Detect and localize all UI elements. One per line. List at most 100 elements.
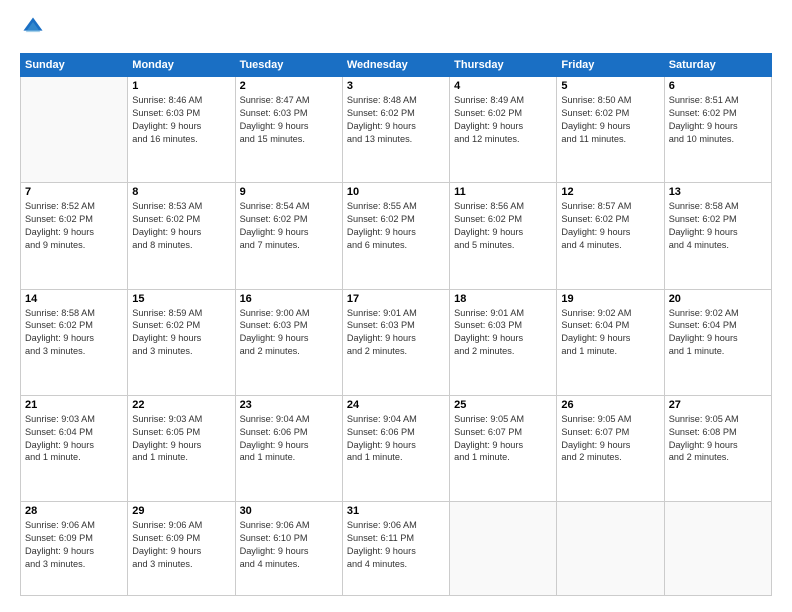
calendar-header-row: SundayMondayTuesdayWednesdayThursdayFrid… xyxy=(21,54,772,77)
day-header-monday: Monday xyxy=(128,54,235,77)
day-info: Sunrise: 9:05 AM Sunset: 6:07 PM Dayligh… xyxy=(454,413,552,465)
calendar-cell: 17 Sunrise: 9:01 AM Sunset: 6:03 PM Dayli… xyxy=(342,289,449,395)
calendar-cell: 7 Sunrise: 8:52 AM Sunset: 6:02 PM Daylig… xyxy=(21,183,128,289)
calendar-cell: 28Sunrise: 9:06 AM Sunset: 6:09 PM Dayli… xyxy=(21,502,128,596)
day-info: Sunrise: 8:51 AM Sunset: 6:02 PM Dayligh… xyxy=(669,94,767,146)
calendar-cell xyxy=(664,502,771,596)
calendar-cell: 3 Sunrise: 8:48 AM Sunset: 6:02 PM Daylig… xyxy=(342,77,449,183)
day-info: Sunrise: 8:56 AM Sunset: 6:02 PM Dayligh… xyxy=(454,200,552,252)
day-number: 18 xyxy=(454,293,552,305)
day-number: 24 xyxy=(347,399,445,411)
calendar-cell: 9 Sunrise: 8:54 AM Sunset: 6:02 PM Daylig… xyxy=(235,183,342,289)
day-info: Sunrise: 9:00 AM Sunset: 6:03 PM Dayligh… xyxy=(240,307,338,359)
day-number: 23 xyxy=(240,399,338,411)
day-info: Sunrise: 8:50 AM Sunset: 6:02 PM Dayligh… xyxy=(561,94,659,146)
calendar-cell: 15 Sunrise: 8:59 AM Sunset: 6:02 PM Dayli… xyxy=(128,289,235,395)
day-info: Sunrise: 9:01 AM Sunset: 6:03 PM Dayligh… xyxy=(454,307,552,359)
calendar-cell: 27Sunrise: 9:05 AM Sunset: 6:08 PM Dayli… xyxy=(664,395,771,501)
day-number: 13 xyxy=(669,186,767,198)
day-number: 30 xyxy=(240,505,338,517)
day-number: 5 xyxy=(561,80,659,92)
calendar-cell xyxy=(21,77,128,183)
day-info: Sunrise: 8:58 AM Sunset: 6:02 PM Dayligh… xyxy=(25,307,123,359)
day-number: 15 xyxy=(132,293,230,305)
day-info: Sunrise: 9:06 AM Sunset: 6:10 PM Dayligh… xyxy=(240,519,338,571)
header xyxy=(20,16,772,43)
day-number: 21 xyxy=(25,399,123,411)
day-header-sunday: Sunday xyxy=(21,54,128,77)
calendar-cell: 14Sunrise: 8:58 AM Sunset: 6:02 PM Dayli… xyxy=(21,289,128,395)
calendar-cell: 23 Sunrise: 9:04 AM Sunset: 6:06 PM Dayli… xyxy=(235,395,342,501)
day-number: 2 xyxy=(240,80,338,92)
calendar-week-1: 7 Sunrise: 8:52 AM Sunset: 6:02 PM Daylig… xyxy=(21,183,772,289)
calendar-cell: 25 Sunrise: 9:05 AM Sunset: 6:07 PM Dayli… xyxy=(450,395,557,501)
calendar-cell: 24 Sunrise: 9:04 AM Sunset: 6:06 PM Dayli… xyxy=(342,395,449,501)
day-number: 6 xyxy=(669,80,767,92)
day-number: 16 xyxy=(240,293,338,305)
calendar-cell xyxy=(557,502,664,596)
day-info: Sunrise: 9:01 AM Sunset: 6:03 PM Dayligh… xyxy=(347,307,445,359)
day-info: Sunrise: 8:55 AM Sunset: 6:02 PM Dayligh… xyxy=(347,200,445,252)
day-info: Sunrise: 8:48 AM Sunset: 6:02 PM Dayligh… xyxy=(347,94,445,146)
calendar-cell: 8 Sunrise: 8:53 AM Sunset: 6:02 PM Daylig… xyxy=(128,183,235,289)
day-info: Sunrise: 8:54 AM Sunset: 6:02 PM Dayligh… xyxy=(240,200,338,252)
calendar-cell: 6 Sunrise: 8:51 AM Sunset: 6:02 PM Daylig… xyxy=(664,77,771,183)
day-info: Sunrise: 9:04 AM Sunset: 6:06 PM Dayligh… xyxy=(240,413,338,465)
day-number: 20 xyxy=(669,293,767,305)
day-number: 3 xyxy=(347,80,445,92)
day-info: Sunrise: 8:49 AM Sunset: 6:02 PM Dayligh… xyxy=(454,94,552,146)
calendar-cell: 5 Sunrise: 8:50 AM Sunset: 6:02 PM Daylig… xyxy=(557,77,664,183)
calendar-cell: 21 Sunrise: 9:03 AM Sunset: 6:04 PM Dayli… xyxy=(21,395,128,501)
calendar-cell: 4Sunrise: 8:49 AM Sunset: 6:02 PM Daylig… xyxy=(450,77,557,183)
calendar-cell: 1 Sunrise: 8:46 AM Sunset: 6:03 PM Daylig… xyxy=(128,77,235,183)
day-number: 11 xyxy=(454,186,552,198)
calendar-cell: 19 Sunrise: 9:02 AM Sunset: 6:04 PM Dayli… xyxy=(557,289,664,395)
calendar-cell: 31 Sunrise: 9:06 AM Sunset: 6:11 PM Dayli… xyxy=(342,502,449,596)
day-header-tuesday: Tuesday xyxy=(235,54,342,77)
day-number: 8 xyxy=(132,186,230,198)
calendar-cell: 12 Sunrise: 8:57 AM Sunset: 6:02 PM Dayli… xyxy=(557,183,664,289)
day-info: Sunrise: 9:04 AM Sunset: 6:06 PM Dayligh… xyxy=(347,413,445,465)
day-info: Sunrise: 8:59 AM Sunset: 6:02 PM Dayligh… xyxy=(132,307,230,359)
calendar-cell: 29Sunrise: 9:06 AM Sunset: 6:09 PM Dayli… xyxy=(128,502,235,596)
day-header-wednesday: Wednesday xyxy=(342,54,449,77)
day-info: Sunrise: 8:53 AM Sunset: 6:02 PM Dayligh… xyxy=(132,200,230,252)
day-info: Sunrise: 8:58 AM Sunset: 6:02 PM Dayligh… xyxy=(669,200,767,252)
day-info: Sunrise: 8:47 AM Sunset: 6:03 PM Dayligh… xyxy=(240,94,338,146)
day-number: 12 xyxy=(561,186,659,198)
day-info: Sunrise: 8:57 AM Sunset: 6:02 PM Dayligh… xyxy=(561,200,659,252)
day-info: Sunrise: 8:52 AM Sunset: 6:02 PM Dayligh… xyxy=(25,200,123,252)
day-info: Sunrise: 9:02 AM Sunset: 6:04 PM Dayligh… xyxy=(561,307,659,359)
page: SundayMondayTuesdayWednesdayThursdayFrid… xyxy=(0,0,792,612)
calendar-week-3: 21 Sunrise: 9:03 AM Sunset: 6:04 PM Dayli… xyxy=(21,395,772,501)
day-number: 17 xyxy=(347,293,445,305)
calendar-cell: 11 Sunrise: 8:56 AM Sunset: 6:02 PM Dayli… xyxy=(450,183,557,289)
day-number: 28 xyxy=(25,505,123,517)
day-number: 9 xyxy=(240,186,338,198)
calendar-cell: 10Sunrise: 8:55 AM Sunset: 6:02 PM Dayli… xyxy=(342,183,449,289)
day-number: 31 xyxy=(347,505,445,517)
day-info: Sunrise: 8:46 AM Sunset: 6:03 PM Dayligh… xyxy=(132,94,230,146)
logo-icon xyxy=(22,16,44,38)
day-info: Sunrise: 9:06 AM Sunset: 6:11 PM Dayligh… xyxy=(347,519,445,571)
calendar-cell: 20 Sunrise: 9:02 AM Sunset: 6:04 PM Dayli… xyxy=(664,289,771,395)
calendar-cell: 18 Sunrise: 9:01 AM Sunset: 6:03 PM Dayli… xyxy=(450,289,557,395)
calendar-cell: 26 Sunrise: 9:05 AM Sunset: 6:07 PM Dayli… xyxy=(557,395,664,501)
day-number: 7 xyxy=(25,186,123,198)
day-info: Sunrise: 9:02 AM Sunset: 6:04 PM Dayligh… xyxy=(669,307,767,359)
day-number: 29 xyxy=(132,505,230,517)
calendar-cell: 13 Sunrise: 8:58 AM Sunset: 6:02 PM Dayli… xyxy=(664,183,771,289)
calendar-cell: 2 Sunrise: 8:47 AM Sunset: 6:03 PM Daylig… xyxy=(235,77,342,183)
calendar: SundayMondayTuesdayWednesdayThursdayFrid… xyxy=(20,53,772,596)
day-info: Sunrise: 9:05 AM Sunset: 6:07 PM Dayligh… xyxy=(561,413,659,465)
calendar-week-4: 28Sunrise: 9:06 AM Sunset: 6:09 PM Dayli… xyxy=(21,502,772,596)
calendar-cell: 22Sunrise: 9:03 AM Sunset: 6:05 PM Dayli… xyxy=(128,395,235,501)
day-number: 25 xyxy=(454,399,552,411)
day-info: Sunrise: 9:03 AM Sunset: 6:04 PM Dayligh… xyxy=(25,413,123,465)
day-info: Sunrise: 9:03 AM Sunset: 6:05 PM Dayligh… xyxy=(132,413,230,465)
day-number: 19 xyxy=(561,293,659,305)
day-number: 26 xyxy=(561,399,659,411)
day-header-saturday: Saturday xyxy=(664,54,771,77)
calendar-week-2: 14Sunrise: 8:58 AM Sunset: 6:02 PM Dayli… xyxy=(21,289,772,395)
day-number: 1 xyxy=(132,80,230,92)
